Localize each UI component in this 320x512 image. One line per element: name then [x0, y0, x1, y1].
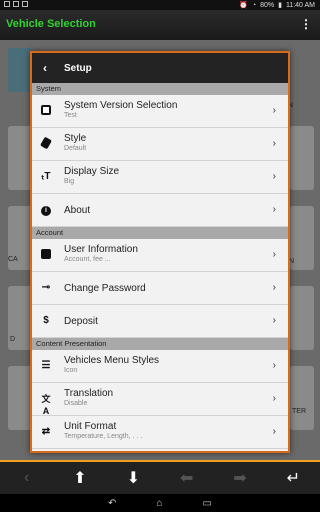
chevron-right-icon: › — [272, 393, 276, 404]
background-tile — [290, 366, 314, 430]
setting-value: Test — [64, 112, 77, 119]
list-icon: ☰ — [41, 360, 51, 371]
more-vert-icon[interactable]: ⋮ — [300, 17, 312, 31]
setting-value: Icon — [64, 367, 78, 374]
setting-label: Display Size — [64, 166, 120, 177]
chevron-right-icon: › — [272, 105, 276, 116]
setting-value: Big — [64, 178, 75, 185]
setting-value: Account, fee ... — [64, 256, 111, 263]
setting-value: Default — [64, 145, 87, 152]
chevron-right-icon: › — [272, 282, 276, 293]
style-icon — [40, 136, 52, 150]
setting-translation[interactable]: 文A Translation Disable › — [32, 383, 288, 416]
system-version-icon — [40, 105, 52, 117]
arrow-up-icon[interactable]: ⬆ — [60, 468, 100, 488]
status-icons-left — [4, 1, 28, 7]
background-tile — [290, 126, 314, 190]
app-bar: Vehicle Selection ⋮ — [0, 10, 320, 40]
battery-icon: ▮ — [278, 2, 282, 9]
setup-dialog: ‹ Setup System System Version Selection … — [30, 51, 290, 453]
background-tile — [8, 366, 32, 430]
background-tile — [290, 286, 314, 350]
app-title: Vehicle Selection — [6, 18, 96, 30]
battery-text: 80% — [260, 1, 275, 9]
section-header-content-presentation: Content Presentation — [32, 338, 288, 350]
setting-value: Temperature, Length, . . . — [64, 433, 143, 440]
setting-label: Deposit — [64, 316, 98, 327]
info-icon: i — [40, 204, 52, 216]
notification-icon — [13, 1, 19, 7]
setting-user-information[interactable]: User Information Account, fee ... › — [32, 239, 288, 272]
setting-label: System Version Selection — [64, 100, 178, 111]
setting-about[interactable]: i About › — [32, 194, 288, 227]
nav-home-icon[interactable]: ⌂ — [156, 498, 162, 509]
chevron-right-icon: › — [272, 204, 276, 215]
background-tile — [8, 48, 32, 92]
notification-icon — [22, 1, 28, 7]
dollar-icon: $ — [43, 315, 49, 326]
chevron-right-icon: › — [272, 138, 276, 149]
status-icons-right: ⏰ ◔ 80% ▮ 11:40 AM — [239, 1, 315, 10]
setting-value: Disable — [64, 400, 88, 407]
alarm-icon: ⏰ — [239, 2, 248, 9]
section-header-account: Account — [32, 227, 288, 239]
section-header-system: System — [32, 83, 288, 95]
account-box-icon — [40, 249, 52, 261]
chevron-right-icon: › — [272, 315, 276, 326]
background-tile — [8, 126, 32, 190]
setting-label: Change Password — [64, 283, 146, 294]
setting-display-size[interactable]: ₜT Display Size Big › — [32, 161, 288, 194]
bottom-toolbar: ‹ ⬆ ⬇ ⬅ ➡ ↵ — [0, 460, 320, 494]
chevron-right-icon: › — [272, 360, 276, 371]
setting-deposit[interactable]: $ Deposit › — [32, 305, 288, 338]
setting-system-version-selection[interactable]: System Version Selection Test › — [32, 95, 288, 128]
nav-back-icon[interactable]: ↶ — [108, 498, 116, 509]
enter-icon[interactable]: ↵ — [273, 468, 313, 488]
wifi-icon: ◔ — [251, 1, 257, 9]
swap-icon: ⇄ — [41, 426, 51, 437]
setting-change-password[interactable]: ⊸ Change Password › — [32, 272, 288, 305]
system-nav-bar: ↶ ⌂ ▭ — [0, 494, 320, 512]
nav-recents-icon[interactable]: ▭ — [202, 498, 211, 509]
setting-unit-format[interactable]: ⇄ Unit Format Temperature, Length, . . .… — [32, 416, 288, 449]
notification-icon — [4, 1, 10, 7]
arrow-left-icon[interactable]: ⬅ — [167, 468, 207, 488]
key-icon: ⊸ — [41, 282, 51, 293]
clock: 11:40 AM — [285, 1, 315, 9]
arrow-down-icon[interactable]: ⬇ — [113, 468, 153, 488]
setting-label: Style — [64, 133, 87, 144]
chevron-right-icon: › — [272, 171, 276, 182]
chevron-right-icon: › — [272, 249, 276, 260]
screen: ⏰ ◔ 80% ▮ 11:40 AM Vehicle Selection ⋮ C… — [0, 0, 320, 512]
setting-label: User Information — [64, 244, 138, 255]
chevron-right-icon: › — [272, 426, 276, 437]
translate-icon: 文A — [41, 394, 51, 416]
setting-label: Translation — [64, 388, 114, 399]
dialog-header: ‹ Setup — [32, 53, 288, 83]
background-label: TER — [292, 408, 306, 415]
dialog-title: Setup — [64, 62, 92, 74]
setting-vehicles-menu-styles[interactable]: ☰ Vehicles Menu Styles Icon › — [32, 350, 288, 383]
setting-label: Unit Format — [64, 421, 117, 432]
setting-label: About — [64, 205, 91, 216]
background-label: D — [10, 336, 16, 343]
setting-label: Vehicles Menu Styles — [64, 355, 160, 366]
arrow-right-icon[interactable]: ➡ — [220, 468, 260, 488]
status-bar: ⏰ ◔ 80% ▮ 11:40 AM — [0, 0, 320, 10]
text-size-icon: ₜT — [41, 171, 51, 182]
back-icon[interactable]: ‹ — [32, 61, 58, 75]
prev-icon[interactable]: ‹ — [7, 469, 47, 487]
setting-style[interactable]: Style Default › — [32, 128, 288, 161]
background-label: CA — [8, 256, 18, 263]
